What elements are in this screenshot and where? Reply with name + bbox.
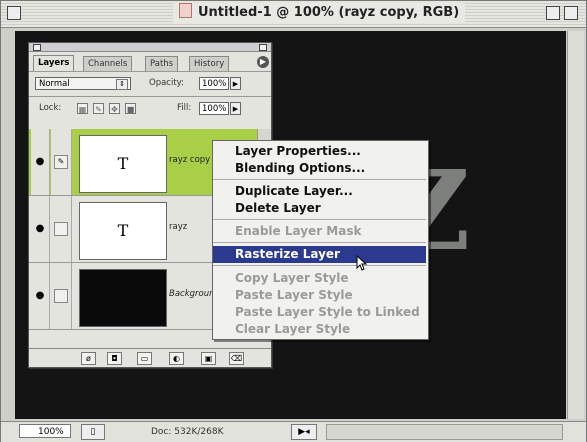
menu-item-paste-layer-style: Paste Layer Style: [235, 288, 353, 302]
fill-input[interactable]: 100%: [199, 102, 229, 115]
trash-icon[interactable]: ⌫: [229, 352, 244, 365]
lock-row: Lock: ▦ ✎ ✥ ■ Fill: 100% ▶: [29, 96, 271, 121]
tab-layers[interactable]: Layers: [33, 55, 75, 71]
opacity-label: Opacity:: [149, 78, 184, 88]
menu-item-copy-layer-style: Copy Layer Style: [235, 271, 349, 285]
tab-channels[interactable]: Channels: [83, 56, 133, 71]
fill-arrow-icon[interactable]: ▶: [230, 102, 241, 115]
layer-thumbnail: T: [79, 202, 167, 260]
palette-title-bar[interactable]: [29, 43, 271, 52]
lock-paint-icon[interactable]: ✎: [93, 103, 104, 114]
blend-mode-select[interactable]: Normal ⇕: [35, 77, 131, 90]
menu-separator: [213, 265, 426, 266]
menu-item-duplicate-layer[interactable]: Duplicate Layer...: [213, 183, 426, 200]
menu-item-blending-options[interactable]: Blending Options...: [213, 160, 426, 177]
pointer-cursor-icon: [356, 255, 368, 271]
eye-icon[interactable]: ●: [31, 263, 50, 329]
status-doc-icon[interactable]: ▯: [81, 424, 105, 440]
eye-icon[interactable]: ●: [31, 196, 50, 262]
zoom-field[interactable]: 100%: [19, 424, 71, 438]
lock-transparency-icon[interactable]: ▦: [77, 103, 88, 114]
layer-name: rayz copy: [169, 155, 211, 165]
tab-history[interactable]: History: [189, 56, 230, 71]
context-menu: Layer Properties... Blending Options... …: [212, 140, 429, 340]
palette-close-icon[interactable]: [33, 44, 41, 51]
link-box-icon: [54, 222, 68, 236]
link-box-icon: [54, 289, 68, 303]
lock-move-icon[interactable]: ✥: [109, 103, 120, 114]
palette-tabs: Layers Channels Paths History ▶: [29, 55, 271, 71]
tab-paths[interactable]: Paths: [145, 56, 179, 71]
adjustment-layer-icon[interactable]: ◐: [169, 352, 184, 365]
menu-separator: [213, 242, 426, 243]
select-arrow-icon: ⇕: [116, 79, 128, 90]
brush-icon: ✎: [54, 155, 68, 169]
eye-icon[interactable]: ●: [31, 129, 50, 195]
lock-label: Lock:: [39, 103, 62, 113]
menu-item-rasterize-layer[interactable]: Rasterize Layer: [213, 246, 426, 263]
menu-separator: [213, 179, 426, 180]
palette-zoom-icon[interactable]: [259, 44, 267, 51]
horizontal-scrollbar[interactable]: [326, 424, 563, 440]
menu-item-delete-layer[interactable]: Delete Layer: [213, 200, 426, 217]
layer-style-icon[interactable]: ø: [81, 352, 96, 365]
link-cell[interactable]: [51, 263, 72, 329]
menu-item-layer-properties[interactable]: Layer Properties...: [213, 143, 426, 160]
new-set-icon[interactable]: ▭: [137, 352, 152, 365]
link-cell[interactable]: [51, 196, 72, 262]
add-mask-icon[interactable]: ◘: [107, 352, 122, 365]
blend-mode-value: Normal: [39, 79, 70, 89]
new-layer-icon[interactable]: ▣: [201, 352, 216, 365]
zoom-box[interactable]: [546, 6, 560, 20]
brush-cell[interactable]: ✎: [51, 129, 72, 195]
collapse-box[interactable]: [564, 6, 578, 20]
opacity-arrow-icon[interactable]: ▶: [230, 77, 241, 90]
layer-thumbnail: T: [79, 135, 167, 193]
menu-item-enable-layer-mask: Enable Layer Mask: [235, 224, 362, 238]
palette-menu-icon[interactable]: ▶: [257, 56, 269, 68]
blend-row: Normal ⇕ Opacity: 100% ▶: [29, 71, 271, 96]
window-title: Untitled-1 @ 100% (rayz copy, RGB): [173, 3, 466, 23]
lock-all-icon[interactable]: ■: [125, 103, 136, 114]
fill-label: Fill:: [177, 103, 192, 113]
title-bar[interactable]: Untitled-1 @ 100% (rayz copy, RGB): [1, 1, 586, 28]
status-menu-arrow[interactable]: ▶◂: [291, 424, 317, 440]
close-box[interactable]: [7, 6, 21, 20]
opacity-input[interactable]: 100%: [199, 77, 229, 90]
layer-thumbnail: [79, 269, 167, 327]
document-icon: [179, 3, 192, 18]
menu-item-paste-layer-style-linked: Paste Layer Style to Linked: [235, 305, 420, 319]
status-bar: 100% ▯ Doc: 532K/268K ▶◂: [1, 421, 586, 442]
doc-size: Doc: 532K/268K: [151, 427, 224, 437]
menu-separator: [213, 219, 426, 220]
palette-bottom-bar: ø ◘ ▭ ◐ ▣ ⌫: [29, 348, 271, 367]
vertical-scrollbar[interactable]: [567, 31, 584, 419]
window-title-text: Untitled-1 @ 100% (rayz copy, RGB): [198, 5, 460, 20]
layer-name: rayz: [169, 222, 188, 232]
menu-item-clear-layer-style: Clear Layer Style: [235, 322, 351, 336]
